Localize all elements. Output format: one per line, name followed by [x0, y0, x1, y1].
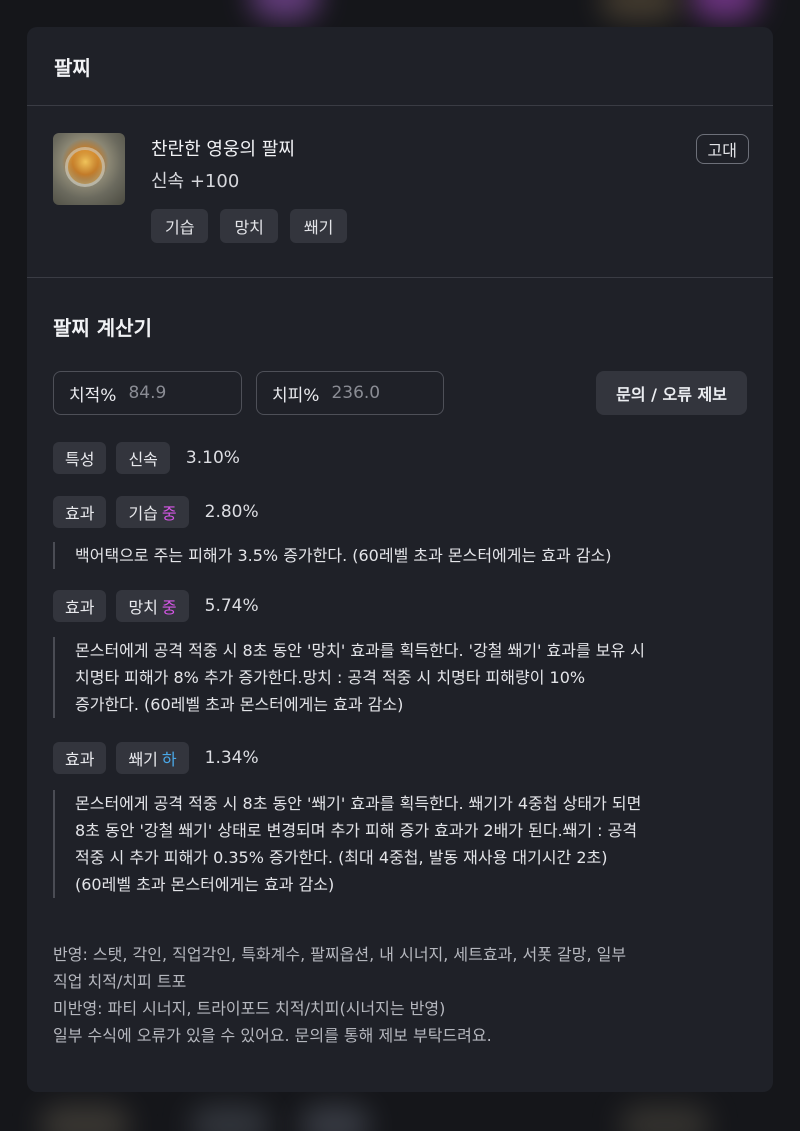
- calculator-title: 팔찌 계산기: [53, 316, 152, 340]
- trait-kind-tag: 특성: [53, 442, 107, 474]
- item-summary: 찬란한 영웅의 팔찌 신속 +100 고대 기습 망치 쐐기: [27, 106, 773, 278]
- crit-damage-field[interactable]: 치피% 236.0: [256, 371, 444, 415]
- description-line: 증가한다. (60레벨 초과 몬스터에게는 효과 감소): [75, 695, 404, 714]
- description-line: 치명타 피해가 8% 추가 증가한다.망치 : 공격 적중 시 치명타 피해량이…: [75, 668, 586, 687]
- grade-badge: 고대: [695, 134, 749, 164]
- description-line: (60레벨 초과 몬스터에게는 효과 감소): [75, 875, 335, 894]
- item-tag: 기습: [151, 209, 209, 243]
- effect-row-hammer: 효과 망치 중 5.74%: [53, 590, 259, 622]
- crit-damage-value: 236.0: [331, 383, 381, 403]
- description-line: 몬스터에게 공격 적중 시 8초 동안 '쐐기' 효과를 획득한다. 쐐기가 4…: [75, 794, 642, 813]
- effect-row-wedge: 효과 쐐기 하 1.34%: [53, 742, 259, 774]
- effect-name-tag: 망치 중: [116, 590, 189, 622]
- effect-name: 기습: [128, 504, 158, 523]
- calculation-notes: 반영: 스탯, 각인, 직업각인, 특화계수, 팔찌옵션, 내 시너지, 세트효…: [53, 941, 733, 1049]
- description-line: 적중 시 추가 피해가 0.35% 증가한다. (최대 4중첩, 발동 재사용 …: [75, 848, 608, 867]
- description-line: 8초 동안 '강철 쐐기' 상태로 변경되며 추가 피해 증가 효과가 2배가 …: [75, 821, 638, 840]
- note-line: 직업 치적/치피 트포: [53, 972, 187, 991]
- effect-level: 중: [161, 598, 177, 617]
- effect-name-tag: 기습 중: [116, 496, 189, 528]
- effect-kind-tag: 효과: [53, 496, 107, 528]
- effect-kind-tag: 효과: [53, 742, 107, 774]
- report-button[interactable]: 문의 / 오류 제보: [596, 371, 747, 415]
- description-line: 몬스터에게 공격 적중 시 8초 동안 '망치' 효과를 획득한다. '강철 쐐…: [75, 641, 646, 660]
- item-stat: 신속 +100: [151, 171, 240, 192]
- effect-percent: 1.34%: [204, 748, 259, 768]
- crit-damage-label: 치피%: [272, 385, 320, 406]
- effect-description: 몬스터에게 공격 적중 시 8초 동안 '망치' 효과를 획득한다. '강철 쐐…: [53, 637, 749, 718]
- item-tag: 망치: [220, 209, 278, 243]
- trait-row: 특성 신속 3.10%: [53, 442, 240, 474]
- trait-name-tag: 신속: [116, 442, 170, 474]
- effect-percent: 5.74%: [204, 596, 259, 616]
- panel-header: 팔찌: [27, 27, 773, 106]
- effect-kind-tag: 효과: [53, 590, 107, 622]
- effect-row-ambush: 효과 기습 중 2.80%: [53, 496, 259, 528]
- crit-rate-value: 84.9: [128, 383, 167, 403]
- item-tag: 쐐기: [289, 209, 348, 243]
- panel-title: 팔찌: [54, 55, 91, 80]
- effect-level: 하: [161, 750, 177, 769]
- note-line: 미반영: 파티 시너지, 트라이포드 치적/치피(시너지는 반영): [53, 999, 446, 1018]
- effect-description: 백어택으로 주는 피해가 3.5% 증가한다. (60레벨 초과 몬스터에게는 …: [53, 542, 749, 569]
- crit-rate-field[interactable]: 치적% 84.9: [53, 371, 242, 415]
- effect-percent: 2.80%: [204, 502, 259, 522]
- effect-name: 망치: [128, 598, 158, 617]
- crit-rate-label: 치적%: [69, 385, 117, 406]
- trait-percent: 3.10%: [185, 448, 240, 468]
- bracelet-item-icon: [53, 133, 125, 205]
- note-line: 반영: 스탯, 각인, 직업각인, 특화계수, 팔찌옵션, 내 시너지, 세트효…: [53, 945, 627, 964]
- effect-name: 쐐기: [128, 750, 158, 769]
- bracelet-panel: 팔찌 찬란한 영웅의 팔찌 신속 +100 고대 기습 망치 쐐기 팔찌 계산기…: [27, 27, 773, 1092]
- effect-description: 몬스터에게 공격 적중 시 8초 동안 '쐐기' 효과를 획득한다. 쐐기가 4…: [53, 790, 749, 898]
- item-name: 찬란한 영웅의 팔찌: [151, 139, 295, 160]
- note-line: 일부 수식에 오류가 있을 수 있어요. 문의를 통해 제보 부탁드려요.: [53, 1026, 492, 1045]
- effect-level: 중: [161, 504, 177, 523]
- item-effect-tags: 기습 망치 쐐기: [151, 209, 348, 243]
- effect-name-tag: 쐐기 하: [116, 742, 189, 774]
